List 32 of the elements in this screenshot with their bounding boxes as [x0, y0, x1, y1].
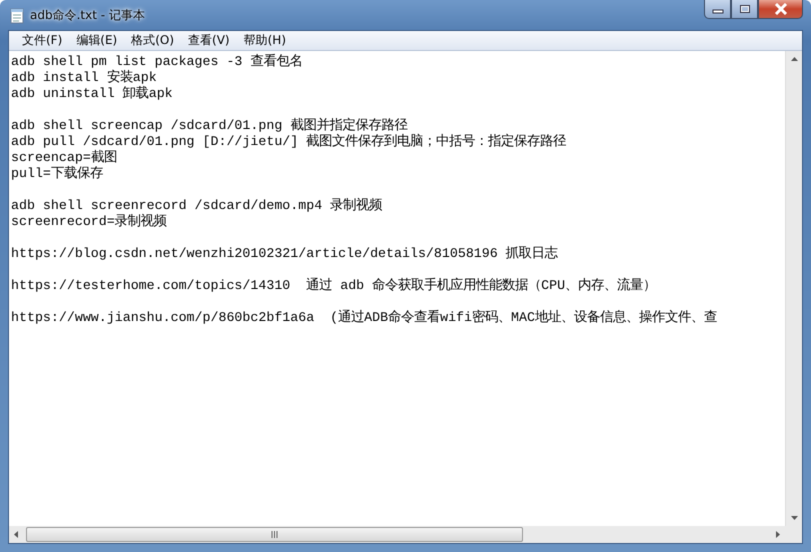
close-icon [774, 3, 788, 15]
notepad-icon [10, 8, 24, 24]
menu-item[interactable]: 编辑(E) [69, 32, 124, 49]
text-line: adb shell screenrecord /sdcard/demo.mp4 录制视频 [11, 198, 382, 214]
window-title: adb命令.txt - 记事本 [30, 7, 145, 24]
text-line: screenrecord=录制视频 [11, 214, 167, 230]
text-line: adb uninstall 卸载apk [11, 86, 173, 102]
minimize-button[interactable] [704, 0, 731, 19]
menu-item[interactable]: 文件(F) [15, 32, 70, 49]
text-line: https://www.jianshu.com/p/860bc2bf1a6a (通过ADB命令查看wifi密码、MAC地址、设备信息、操作文件、查 [11, 310, 717, 326]
scroll-right-icon[interactable] [776, 531, 780, 538]
menu-item[interactable]: 查看(V) [181, 32, 237, 49]
grip-icon [271, 531, 278, 538]
maximize-button[interactable] [731, 0, 758, 19]
maximize-icon [738, 4, 750, 14]
vertical-scrollbar[interactable] [785, 51, 802, 526]
scroll-up-icon[interactable] [790, 57, 798, 61]
text-line: https://testerhome.com/topics/14310 通过 adb 命令获取手机应用性能数据（CPU、内存、流量） [11, 278, 656, 294]
scroll-left-icon[interactable] [14, 531, 18, 538]
text-line: screencap=截图 [11, 150, 117, 166]
text-line: adb shell screencap /sdcard/01.png 截图并指定保存路径 [11, 118, 408, 134]
scroll-down-icon[interactable] [790, 516, 798, 520]
close-button[interactable] [758, 0, 803, 19]
text-line: pull=下载保存 [11, 166, 103, 182]
menu-item[interactable]: 帮助(H) [236, 32, 293, 49]
horizontal-scrollbar[interactable] [9, 526, 785, 543]
text-line: adb pull /sdcard/01.png [D://jietu/] 截图文件保存到电脑；中括号：指定保存路径 [11, 134, 566, 150]
menu-item[interactable]: 格式(O) [124, 32, 182, 49]
scrollbar-thumb[interactable] [26, 527, 524, 542]
text-line: adb shell pm list packages -3 查看包名 [11, 54, 302, 70]
text-line: https://blog.csdn.net/wenzhi20102321/article/details/81058196 抓取日志 [11, 246, 558, 262]
text-line: adb install 安装apk [11, 70, 157, 86]
